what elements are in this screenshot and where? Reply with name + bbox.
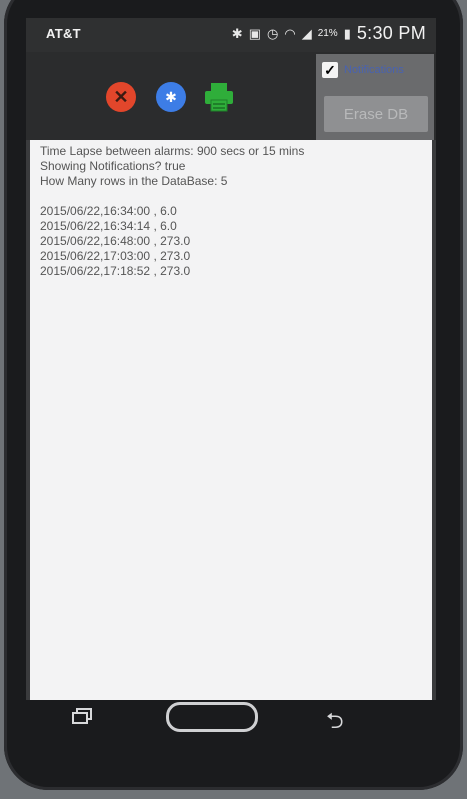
db-row: 2015/06/22,17:03:00 , 273.0 bbox=[40, 249, 191, 263]
app-toolbar: ✕ ✱ ✓ Notifications Erase DB bbox=[26, 52, 436, 140]
screen: AT&T ✱ ▣ ◷ ◠ ◢ 21% ▮ 5:30 PM ✕ ✱ ✓ Notif… bbox=[26, 18, 436, 700]
alarm-icon: ◷ bbox=[267, 25, 279, 41]
erase-db-button[interactable]: Erase DB bbox=[324, 96, 428, 132]
time-lapse-text: Time Lapse between alarms: 900 secs or 1… bbox=[40, 144, 305, 158]
bluetooth-icon[interactable]: ✱ bbox=[156, 82, 186, 112]
close-icon[interactable]: ✕ bbox=[106, 82, 136, 112]
db-row: 2015/06/22,16:48:00 , 273.0 bbox=[40, 234, 191, 248]
bluetooth-icon: ✱ bbox=[231, 25, 243, 41]
options-panel: ✓ Notifications Erase DB bbox=[316, 54, 434, 140]
printer-icon[interactable] bbox=[202, 80, 236, 114]
battery-percent: 21% bbox=[317, 28, 338, 39]
status-bar: AT&T ✱ ▣ ◷ ◠ ◢ 21% ▮ 5:30 PM bbox=[26, 18, 436, 52]
nfc-icon: ▣ bbox=[248, 25, 261, 41]
navigation-bar: ⮌ bbox=[26, 690, 436, 750]
notifications-checkbox[interactable]: ✓ bbox=[322, 62, 338, 78]
log-content: Time Lapse between alarms: 900 secs or 1… bbox=[30, 140, 432, 700]
db-row: 2015/06/22,16:34:00 , 6.0 bbox=[40, 204, 177, 218]
carrier-label: AT&T bbox=[46, 26, 81, 41]
back-icon[interactable]: ⮌ bbox=[326, 704, 344, 742]
notifications-status-text: Showing Notifications? true bbox=[40, 159, 186, 173]
battery-icon: ▮ bbox=[343, 25, 351, 41]
clock: 5:30 PM bbox=[356, 23, 426, 43]
db-row: 2015/06/22,16:34:14 , 6.0 bbox=[40, 219, 177, 233]
wifi-icon: ◠ bbox=[284, 25, 296, 41]
notifications-checkbox-row[interactable]: ✓ Notifications bbox=[322, 62, 404, 78]
status-icons: ✱ ▣ ◷ ◠ ◢ 21% ▮ 5:30 PM bbox=[232, 23, 426, 44]
recent-apps-icon[interactable] bbox=[71, 708, 93, 724]
row-count-text: How Many rows in the DataBase: 5 bbox=[40, 174, 228, 188]
home-button[interactable] bbox=[166, 702, 258, 732]
signal-icon: ◢ bbox=[301, 25, 312, 41]
db-row: 2015/06/22,17:18:52 , 273.0 bbox=[40, 264, 191, 278]
notifications-label: Notifications bbox=[344, 64, 404, 76]
